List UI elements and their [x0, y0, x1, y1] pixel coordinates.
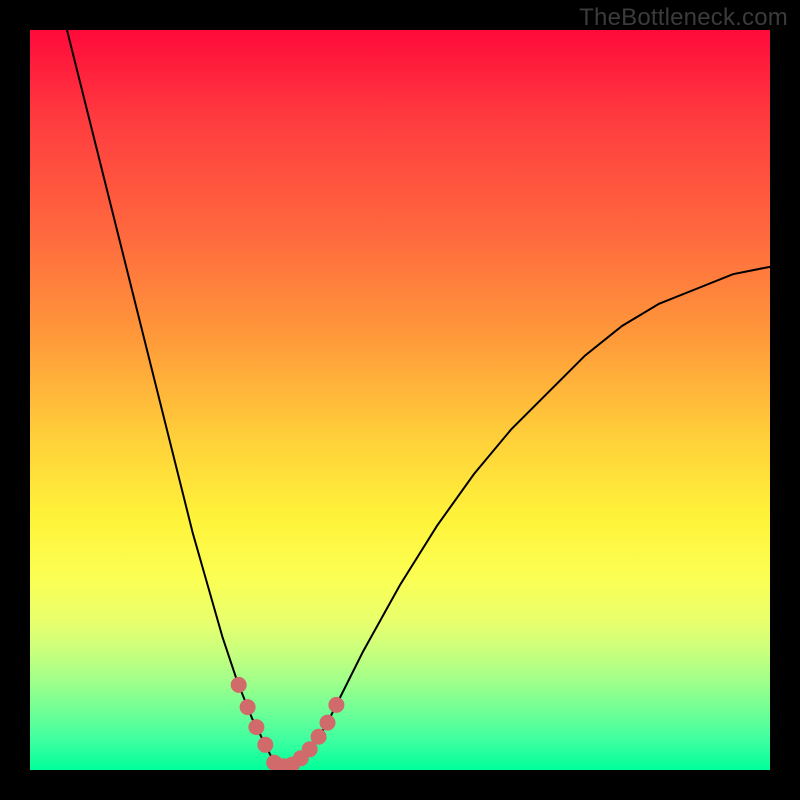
sweet-spot-dot: [240, 699, 256, 715]
bottleneck-curve: [67, 30, 770, 766]
sweet-spot-dot: [248, 719, 264, 735]
chart-svg: [30, 30, 770, 770]
sweet-spot-dot: [311, 729, 327, 745]
watermark-label: TheBottleneck.com: [579, 4, 788, 32]
sweet-spot-dot: [257, 737, 273, 753]
sweet-spot-dot: [231, 677, 247, 693]
chart-plot-area: [30, 30, 770, 770]
sweet-spot-markers: [231, 677, 345, 770]
chart-frame: TheBottleneck.com: [0, 0, 800, 800]
sweet-spot-dot: [320, 715, 336, 731]
sweet-spot-dot: [328, 697, 344, 713]
